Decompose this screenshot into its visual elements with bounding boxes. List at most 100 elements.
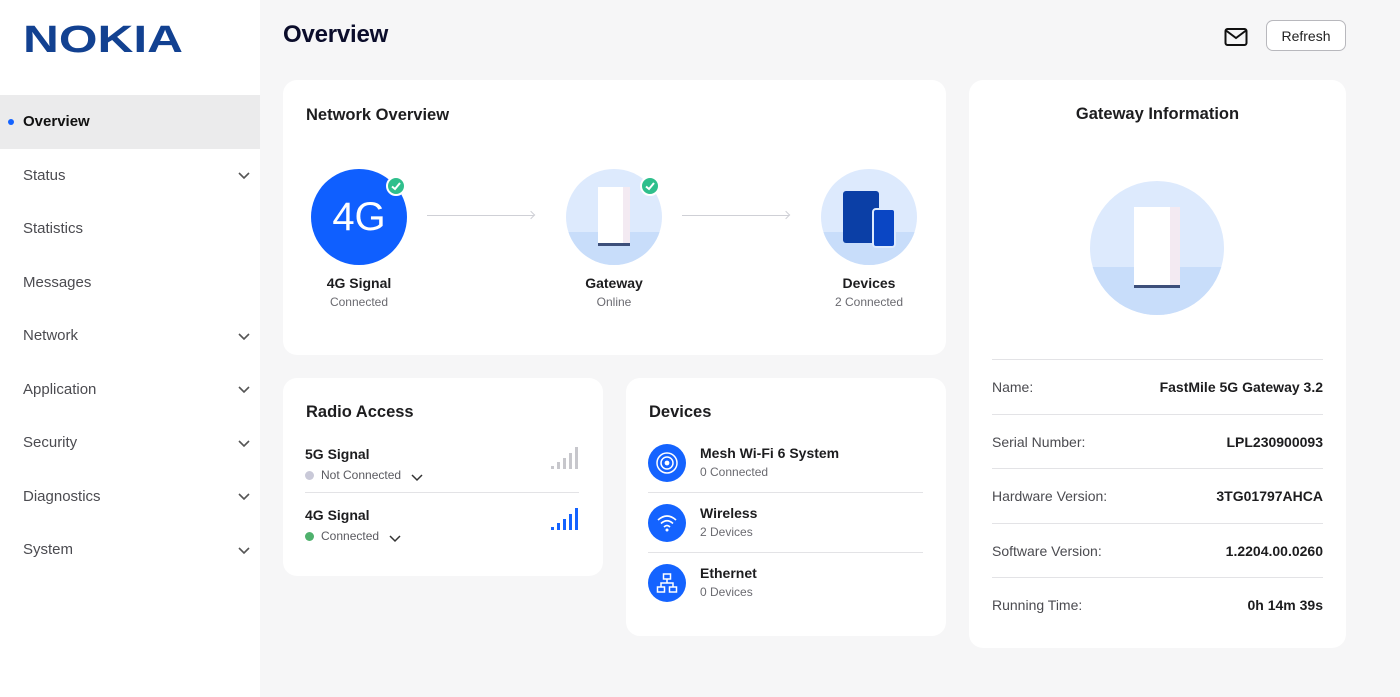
devices-card: Devices Mesh Wi-Fi 6 System 0 Connected … [626, 378, 946, 636]
node-label: Gateway [585, 275, 643, 291]
radio-access-card: Radio Access 5G Signal Not Connected 4G … [283, 378, 603, 576]
wifi-icon [648, 504, 686, 542]
gateway-device-icon [1134, 207, 1180, 288]
node-status: 2 Connected [834, 295, 904, 309]
device-sub: 0 Devices [700, 585, 753, 599]
sidebar-item-label: Status [23, 166, 66, 184]
signal-status: Not Connected [305, 468, 401, 482]
chevron-down-icon [238, 333, 250, 340]
status-dot-icon [305, 471, 314, 480]
sidebar-item-label: Application [23, 380, 97, 398]
row-divider [648, 492, 923, 493]
ethernet-icon [648, 564, 686, 602]
card-title: Devices [649, 403, 712, 421]
page-title: Overview [283, 21, 389, 48]
nokia-logo[interactable]: NOKIA [23, 22, 185, 54]
info-row-hardware-version: Hardware Version: 3TG01797AHCA [992, 468, 1323, 523]
sidebar-item-diagnostics[interactable]: Diagnostics [0, 470, 260, 524]
device-row-ethernet[interactable]: Ethernet 0 Devices [648, 564, 922, 622]
info-key: Serial Number: [992, 433, 1086, 450]
signal-bars-icon [551, 508, 578, 530]
sidebar-item-security[interactable]: Security [0, 416, 260, 470]
sidebar-item-messages[interactable]: Messages [0, 256, 260, 310]
sidebar: NOKIA Overview Status Statistics Message… [0, 0, 260, 697]
active-indicator-icon [8, 118, 14, 125]
sidebar-item-status[interactable]: Status [0, 149, 260, 203]
devices-node[interactable] [821, 169, 917, 265]
device-sub: 0 Connected [700, 465, 769, 479]
gateway-information-card: Gateway Information Name: FastMile 5G Ga… [969, 80, 1346, 648]
info-row-name: Name: FastMile 5G Gateway 3.2 [992, 359, 1323, 414]
network-overview-card: Network Overview 4G 4G Signal Connected … [283, 80, 946, 355]
card-title: Radio Access [306, 403, 414, 421]
node-status: Online [596, 295, 632, 309]
sidebar-item-label: System [23, 541, 74, 559]
device-row-mesh[interactable]: Mesh Wi-Fi 6 System 0 Connected [648, 444, 922, 502]
sidebar-item-network[interactable]: Network [0, 309, 260, 363]
signal-name: 4G Signal [305, 507, 370, 523]
chevron-down-icon[interactable] [410, 470, 424, 484]
chevron-down-icon[interactable] [388, 531, 402, 545]
arrow-head-icon [781, 210, 791, 220]
devices-phone-tablet-icon [843, 191, 896, 248]
node-label: 4G Signal [326, 275, 392, 291]
chevron-down-icon [238, 493, 250, 501]
mail-icon[interactable] [1224, 26, 1248, 48]
sidebar-item-label: Network [23, 327, 79, 345]
node-status: Connected [329, 295, 389, 309]
sidebar-item-label: Messages [23, 273, 92, 291]
node-label: Devices [842, 275, 896, 291]
info-value: 3TG01797AHCA [1216, 488, 1323, 504]
info-key: Name: [992, 379, 1034, 395]
chevron-down-icon [238, 386, 250, 394]
signal-bars-icon [551, 447, 578, 469]
info-key: Software Version: [992, 542, 1102, 559]
device-sub: 2 Devices [700, 525, 753, 539]
sidebar-item-label: Diagnostics [23, 487, 101, 505]
connection-arrow [682, 215, 789, 216]
info-row-serial-number: Serial Number: LPL230900093 [992, 413, 1323, 469]
connection-arrow [427, 215, 534, 216]
devices-caption: Devices 2 Connected [809, 275, 929, 309]
info-value: 1.2204.00.0260 [1225, 542, 1323, 559]
info-row-running-time: Running Time: 0h 14m 39s [992, 577, 1323, 632]
gateway-image [1090, 181, 1224, 315]
info-value: FastMile 5G Gateway 3.2 [1159, 379, 1323, 395]
device-name: Mesh Wi-Fi 6 System [700, 445, 840, 461]
sidebar-item-application[interactable]: Application [0, 363, 260, 417]
chevron-down-icon [238, 172, 250, 180]
card-title: Network Overview [306, 106, 450, 124]
gateway-caption: Gateway Online [554, 275, 674, 309]
info-row-software-version: Software Version: 1.2204.00.0260 [992, 522, 1323, 578]
check-icon [640, 176, 660, 196]
sidebar-item-label: Security [23, 434, 78, 452]
logo-text: NOKIA [23, 22, 183, 54]
card-title: Gateway Information [1075, 105, 1240, 123]
row-divider [648, 552, 923, 553]
sidebar-item-label: Statistics [23, 220, 84, 238]
info-key: Hardware Version: [992, 488, 1108, 504]
sidebar-item-system[interactable]: System [0, 523, 260, 577]
signal-status: Connected [305, 529, 379, 543]
info-key: Running Time: [992, 597, 1083, 613]
signal-status-text: Connected [321, 529, 380, 543]
device-name: Ethernet [700, 565, 757, 581]
chevron-down-icon [238, 547, 250, 554]
sidebar-item-label: Overview [23, 113, 90, 131]
arrow-head-icon [526, 210, 536, 220]
signal-name: 5G Signal [305, 446, 370, 462]
signal-status-text: Not Connected [321, 468, 402, 482]
device-name: Wireless [700, 505, 758, 521]
status-dot-icon [305, 532, 314, 541]
info-value: 0h 14m 39s [1247, 597, 1324, 613]
device-row-wireless[interactable]: Wireless 2 Devices [648, 504, 922, 562]
mesh-icon [648, 444, 686, 482]
sidebar-item-statistics[interactable]: Statistics [0, 202, 260, 256]
refresh-button[interactable]: Refresh [1266, 20, 1346, 51]
sidebar-item-overview[interactable]: Overview [0, 95, 260, 149]
4g-signal-caption: 4G Signal Connected [299, 275, 419, 309]
check-icon [386, 176, 406, 196]
chevron-down-icon [238, 440, 250, 447]
4g-badge-text: 4G [332, 194, 386, 239]
info-value: LPL230900093 [1226, 433, 1323, 450]
